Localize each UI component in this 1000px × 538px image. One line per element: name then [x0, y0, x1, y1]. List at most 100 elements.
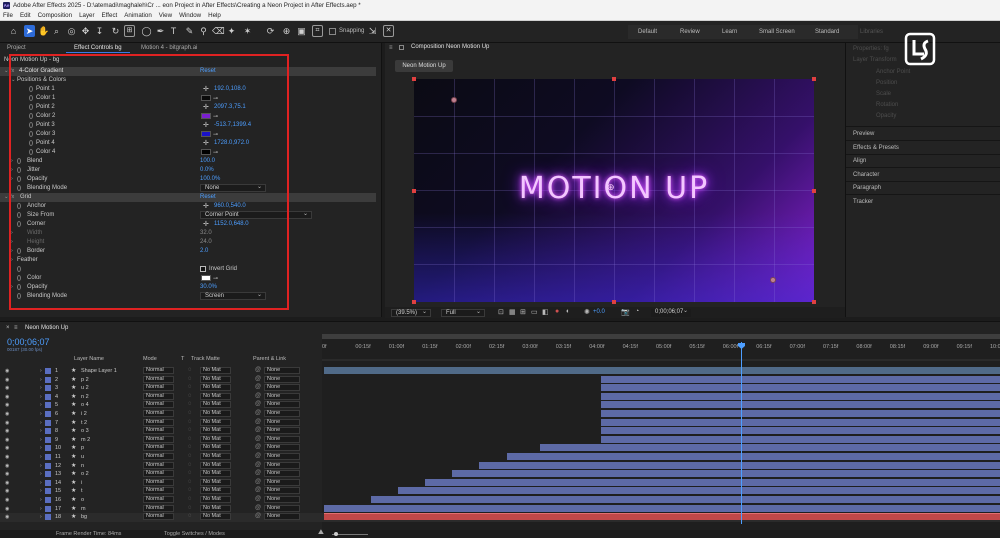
lock-icon[interactable] — [399, 45, 404, 50]
bounding-handle[interactable] — [412, 300, 416, 304]
eye-icon[interactable]: ◉ — [5, 463, 9, 469]
eye-icon[interactable]: ◉ — [5, 368, 9, 374]
eye-icon[interactable]: ◉ — [5, 420, 9, 426]
bounding-handle[interactable] — [812, 189, 816, 193]
track-matte-dropdown[interactable]: No Mat — [200, 418, 231, 426]
bounding-handle[interactable] — [812, 300, 816, 304]
layer-duration-bar[interactable] — [601, 435, 1000, 443]
layer-duration-bar[interactable] — [324, 513, 1000, 521]
label-color-icon[interactable] — [45, 445, 51, 452]
layer-duration-bar[interactable] — [324, 504, 1000, 512]
exposure-value[interactable]: +0.0 — [593, 309, 605, 315]
zoom-slider-handle[interactable] — [334, 532, 338, 536]
track-matte-dropdown[interactable]: No Mat — [200, 504, 231, 512]
workspace-review[interactable]: Review — [680, 29, 700, 35]
mode-dropdown[interactable]: Normal — [143, 375, 174, 383]
pan-behind-tool-icon[interactable]: ⊞ — [124, 25, 135, 37]
track-matte-dropdown[interactable]: No Mat — [200, 513, 231, 521]
label-color-icon[interactable] — [45, 402, 51, 409]
layer-row[interactable]: ◉ › 9 ★ m 2 Normal ◌ No Mat @ None — [0, 435, 1000, 445]
bounding-handle[interactable] — [812, 77, 816, 81]
layer-row[interactable]: ◉ › 6 ★ i 2 Normal ◌ No Mat @ None — [0, 410, 1000, 419]
eye-icon[interactable]: ◉ — [5, 480, 9, 486]
snap-options-icon[interactable]: ⇲ — [367, 25, 378, 37]
twirl-right-icon[interactable]: › — [40, 437, 42, 443]
twirl-right-icon[interactable]: › — [40, 402, 42, 408]
preserve-transparency-icon[interactable]: ◌ — [188, 470, 192, 476]
label-color-icon[interactable] — [45, 393, 51, 400]
clone-stamp-tool-icon[interactable]: ⚲ — [198, 25, 209, 37]
twirl-right-icon[interactable]: › — [40, 497, 42, 503]
eye-icon[interactable]: ◉ — [5, 506, 9, 512]
preserve-transparency-icon[interactable]: ◌ — [188, 444, 192, 450]
preserve-transparency-icon[interactable]: ◌ — [188, 436, 192, 442]
exposure-reset-icon[interactable]: ✺ — [584, 308, 590, 316]
eye-icon[interactable]: ◉ — [5, 488, 9, 494]
snapshot-icon[interactable]: 📷 — [621, 308, 630, 316]
track-matte-dropdown[interactable]: No Mat — [200, 410, 231, 417]
zoom-tool-icon[interactable]: ⌕ — [51, 25, 62, 37]
timeline-comp-tab[interactable]: Neon Motion Up — [25, 325, 68, 331]
zoom-dropdown[interactable]: (39.5%) — [391, 309, 431, 317]
preserve-transparency-icon[interactable]: ◌ — [188, 427, 192, 433]
bounding-handle[interactable] — [412, 189, 416, 193]
layer-name[interactable]: o 3 — [81, 428, 89, 434]
preserve-transparency-icon[interactable]: ◌ — [188, 419, 192, 425]
eye-icon[interactable]: ◉ — [5, 428, 9, 434]
layer-name[interactable]: o — [81, 497, 84, 503]
layer-name[interactable]: u 2 — [81, 385, 89, 391]
label-color-icon[interactable] — [45, 436, 51, 443]
track-matte-dropdown[interactable]: No Mat — [200, 401, 231, 409]
pick-whip-icon[interactable]: @ — [255, 410, 261, 416]
layer-row[interactable]: ◉ › 11 ★ u Normal ◌ No Mat @ None — [0, 453, 1000, 462]
label-color-icon[interactable] — [45, 454, 51, 460]
eye-icon[interactable]: ◉ — [5, 471, 9, 477]
parent-dropdown[interactable]: None — [264, 410, 300, 417]
tab-effect-controls[interactable]: Effect Controls bg — [74, 45, 122, 51]
twirl-right-icon[interactable]: › — [40, 385, 42, 391]
label-color-icon[interactable] — [45, 462, 51, 469]
parent-dropdown[interactable]: None — [264, 496, 300, 503]
layer-name[interactable]: i 2 — [81, 411, 87, 417]
twirl-right-icon[interactable]: › — [40, 463, 42, 469]
composition-subtab[interactable]: Neon Motion Up — [395, 60, 453, 72]
twirl-right-icon[interactable]: › — [40, 394, 42, 400]
label-color-icon[interactable] — [45, 428, 51, 435]
mode-dropdown[interactable]: Normal — [143, 470, 174, 478]
track-matte-dropdown[interactable]: No Mat — [200, 392, 231, 400]
layer-name[interactable]: t — [81, 488, 83, 494]
workspace-standard[interactable]: Standard — [815, 29, 839, 35]
mask-visibility-icon[interactable]: ▭ — [531, 308, 538, 316]
workspace-default[interactable]: Default — [638, 29, 657, 35]
parent-dropdown[interactable]: None — [264, 453, 300, 460]
preserve-transparency-icon[interactable]: ◌ — [188, 487, 192, 493]
layer-duration-bar[interactable] — [324, 367, 1000, 374]
layer-row[interactable]: ◉ › 17 ★ m Normal ◌ No Mat @ None — [0, 504, 1000, 514]
label-color-icon[interactable] — [45, 471, 51, 478]
layer-name[interactable]: u — [81, 454, 84, 460]
mode-dropdown[interactable]: Normal — [143, 504, 174, 512]
layer-name[interactable]: o 2 — [81, 471, 89, 477]
orbit-camera-icon[interactable]: ◎ — [66, 25, 77, 37]
pick-whip-icon[interactable]: @ — [255, 376, 261, 382]
parent-dropdown[interactable]: None — [264, 513, 300, 521]
col-t[interactable]: T — [181, 356, 184, 362]
layer-duration-bar[interactable] — [371, 496, 1000, 503]
panel-tracker[interactable]: Tracker — [853, 199, 873, 205]
layer-transform-title[interactable]: Layer Transform — [853, 57, 897, 63]
bounding-handle[interactable] — [412, 77, 416, 81]
eye-icon[interactable]: ◉ — [5, 445, 9, 451]
menu-edit[interactable]: Edit — [20, 12, 31, 19]
preserve-transparency-icon[interactable]: ◌ — [188, 513, 192, 519]
col-track-matte[interactable]: Track Matte — [191, 356, 220, 362]
pick-whip-icon[interactable]: @ — [255, 470, 261, 476]
layer-duration-bar[interactable] — [601, 427, 1000, 435]
eye-icon[interactable]: ◉ — [5, 385, 9, 391]
puppet-tool-icon[interactable]: ✶ — [242, 25, 253, 37]
track-matte-dropdown[interactable]: No Mat — [200, 453, 231, 460]
parent-dropdown[interactable]: None — [264, 418, 300, 426]
track-matte-dropdown[interactable]: No Mat — [200, 367, 231, 374]
parent-dropdown[interactable]: None — [264, 444, 300, 452]
pick-whip-icon[interactable]: @ — [255, 513, 261, 519]
panel-menu-icon[interactable]: ≡ — [389, 45, 393, 51]
